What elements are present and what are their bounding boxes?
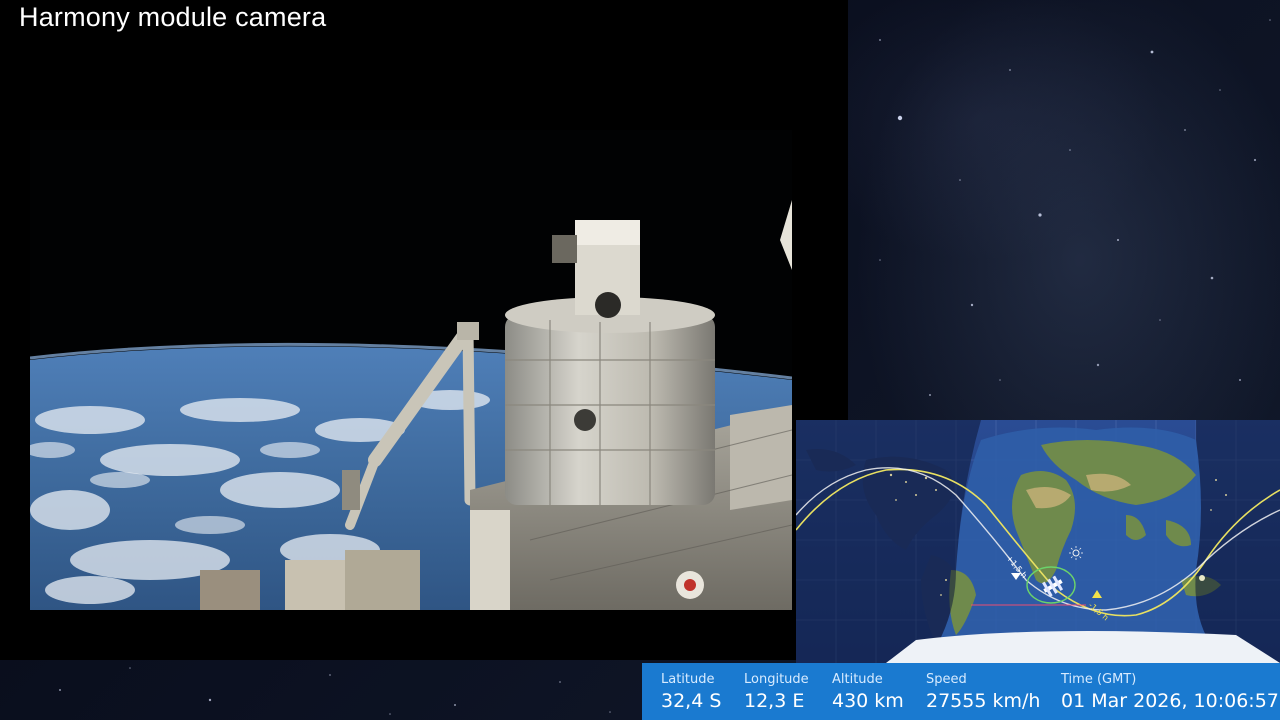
camera-title: Harmony module camera — [19, 2, 327, 32]
speed-value: 27555 km/h — [926, 690, 1041, 712]
time-label: Time (GMT) — [1061, 672, 1137, 687]
altitude-value: 430 km — [832, 690, 904, 712]
ground-track-map: +1,5 h -1,5 h — [796, 420, 1280, 663]
longitude-value: 12,3 E — [744, 690, 805, 712]
iss-camera-image — [30, 130, 792, 610]
longitude-label: Longitude — [744, 672, 809, 687]
moon-icon — [1199, 575, 1205, 581]
latitude-label: Latitude — [661, 672, 715, 687]
stream-screen: Harmony module camera +1,5 h -1,5 h Lati… — [0, 0, 1280, 720]
camera-view — [30, 130, 792, 610]
world-map: +1,5 h -1,5 h — [796, 420, 1280, 663]
time-value: 01 Mar 2026, 10:06:57 — [1061, 690, 1279, 712]
telemetry-bar: Latitude 32,4 S Longitude 12,3 E Altitud… — [642, 663, 1280, 720]
altitude-label: Altitude — [832, 672, 883, 687]
speed-label: Speed — [926, 672, 967, 687]
latitude-value: 32,4 S — [661, 690, 722, 712]
